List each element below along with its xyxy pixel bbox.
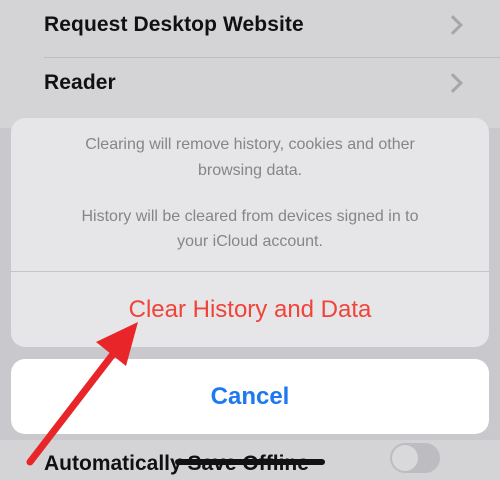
settings-row-label: Request Desktop Website — [44, 13, 304, 36]
action-sheet-message: Clearing will remove history, cookies an… — [11, 118, 489, 271]
settings-row-label: Reader — [44, 71, 116, 94]
action-sheet-message-line: Clearing will remove history, cookies an… — [85, 136, 415, 153]
settings-row-request-desktop-website[interactable]: Request Desktop Website — [0, 0, 500, 58]
action-sheet-message-line: your iCloud account. — [177, 233, 323, 250]
clear-history-action-sheet: Clearing will remove history, cookies an… — [11, 118, 489, 347]
settings-list: Request Desktop Website Reader — [0, 0, 500, 128]
action-sheet-message-line: History will be cleared from devices sig… — [81, 208, 419, 225]
action-sheet-message-line: browsing data. — [197, 162, 303, 179]
chevron-right-icon — [443, 73, 463, 93]
clear-history-and-data-button[interactable]: Clear History and Data — [11, 272, 489, 347]
cancel-button[interactable]: Cancel — [11, 359, 489, 434]
auto-save-offline-toggle[interactable] — [390, 443, 440, 473]
chevron-right-icon — [443, 15, 463, 35]
settings-row-reader[interactable]: Reader — [0, 58, 500, 116]
home-indicator — [175, 459, 325, 465]
settings-list-bottom: Automatically Save Offline — [0, 434, 500, 480]
toggle-knob — [392, 445, 418, 471]
